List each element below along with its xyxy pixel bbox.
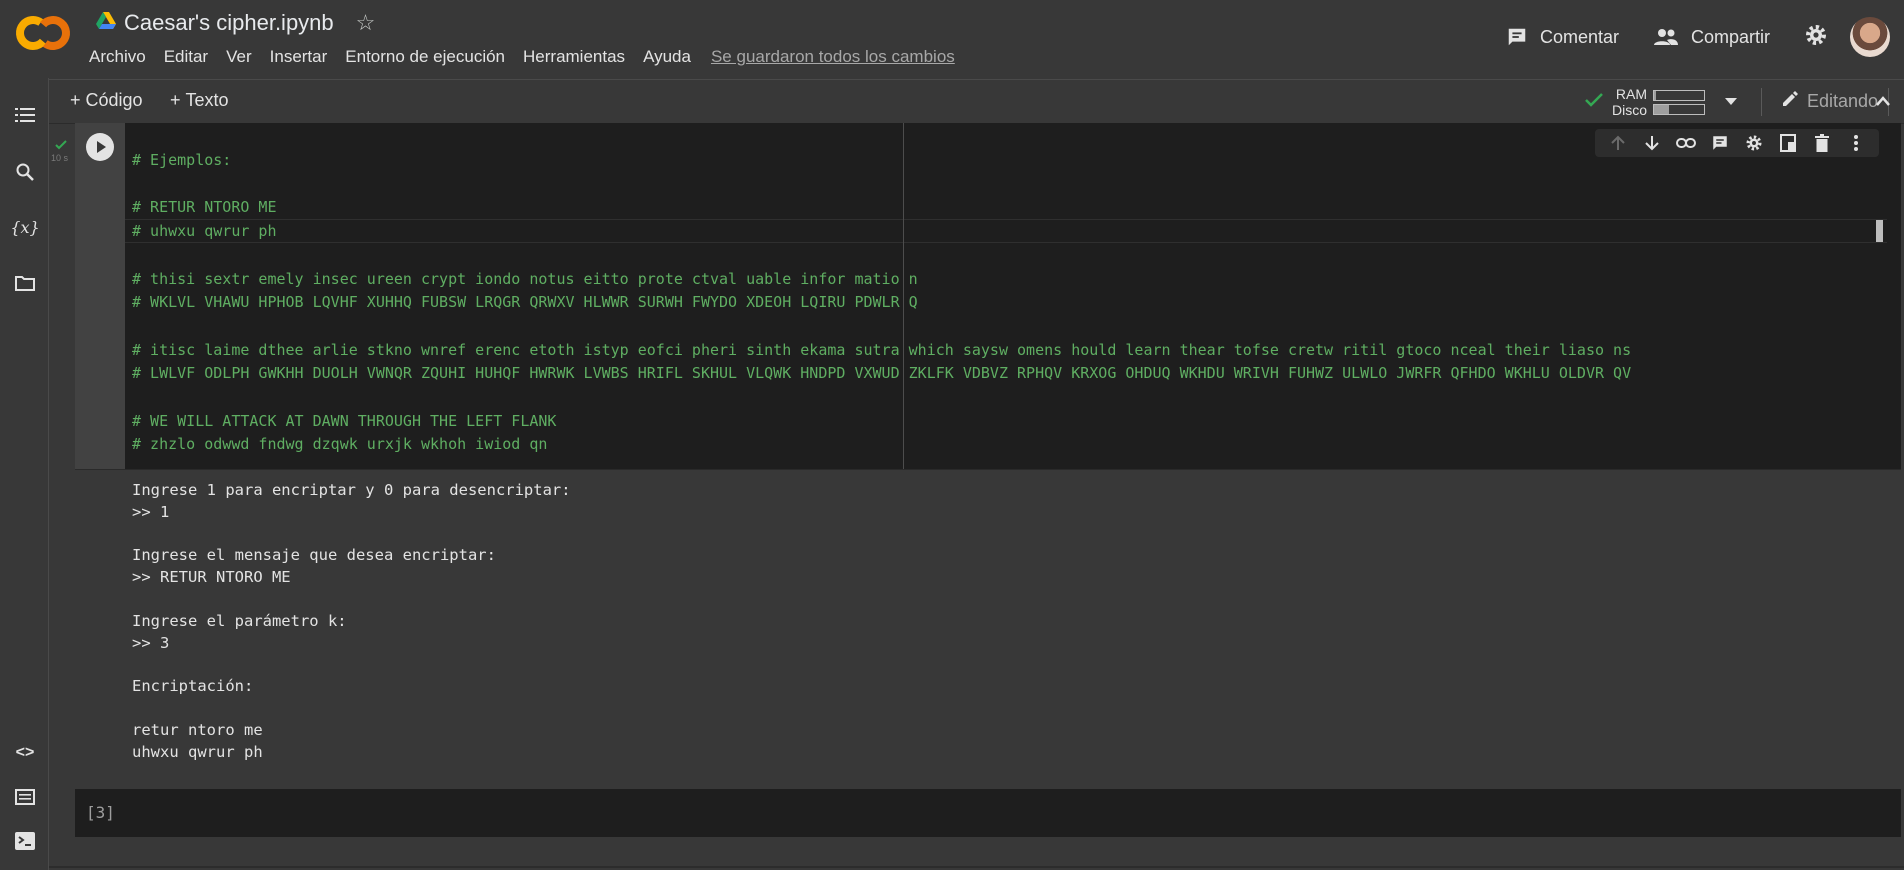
collapse-chevron-up-icon[interactable] xyxy=(1875,94,1891,112)
save-status-link[interactable]: Se guardaron todos los cambios xyxy=(711,47,955,67)
comment-icon xyxy=(1508,28,1526,46)
notebook-toolbar: + Código + Texto RAM Disco Editando xyxy=(49,79,1904,124)
code-cell[interactable]: 10 s # Ejemplos: # RETUR NTORO ME # uhwx… xyxy=(51,123,1901,770)
run-cell-button[interactable] xyxy=(86,133,114,161)
user-avatar[interactable] xyxy=(1850,17,1890,57)
menu-editar[interactable]: Editar xyxy=(164,47,208,67)
menu-herramientas[interactable]: Herramientas xyxy=(523,47,625,67)
link-icon[interactable] xyxy=(1669,129,1703,157)
pencil-icon xyxy=(1781,90,1799,113)
search-icon[interactable] xyxy=(12,159,38,185)
add-code-button[interactable]: + Código xyxy=(70,90,143,111)
output-text: Ingrese 1 para encriptar y 0 para desenc… xyxy=(132,481,571,761)
plus-icon: + xyxy=(70,90,86,110)
people-icon xyxy=(1653,29,1678,45)
code-text[interactable]: # Ejemplos: # RETUR NTORO ME # uhwxu qwr… xyxy=(132,149,1631,457)
menu-entorno[interactable]: Entorno de ejecución xyxy=(345,47,505,67)
code-editor[interactable]: # Ejemplos: # RETUR NTORO ME # uhwxu qwr… xyxy=(125,123,1901,469)
plus-icon: + xyxy=(170,90,186,110)
header: Caesar's cipher.ipynb ☆ Archivo Editar V… xyxy=(0,0,1904,78)
share-label: Compartir xyxy=(1690,26,1770,47)
comment-button[interactable]: Comentar xyxy=(1506,26,1619,48)
add-text-label: Texto xyxy=(185,90,229,110)
bottom-divider xyxy=(49,866,1904,868)
editor-scrollbar[interactable] xyxy=(1876,220,1883,242)
menu-bar: Archivo Editar Ver Insertar Entorno de e… xyxy=(89,47,955,67)
move-up-arrow-icon[interactable] xyxy=(1601,129,1635,157)
variables-icon[interactable]: {x} xyxy=(10,214,39,240)
ram-bar xyxy=(1653,89,1706,101)
execution-count-label: [3] xyxy=(86,803,115,822)
comment-icon[interactable] xyxy=(1703,129,1737,157)
editing-mode-button[interactable]: Editando xyxy=(1781,90,1878,113)
settings-gear-icon[interactable] xyxy=(1804,23,1828,52)
execution-time: 10 s xyxy=(51,153,69,163)
dropdown-icon[interactable] xyxy=(1725,93,1738,111)
folder-icon[interactable] xyxy=(12,270,38,296)
toolbar-divider xyxy=(1761,88,1763,116)
left-sidebar: {x} <> xyxy=(0,78,49,870)
settings-gear-icon[interactable] xyxy=(1737,129,1771,157)
colab-logo[interactable] xyxy=(14,14,72,52)
menu-insertar[interactable]: Insertar xyxy=(270,47,328,67)
cell-output: Ingrese 1 para encriptar y 0 para desenc… xyxy=(75,469,1901,770)
add-text-button[interactable]: + Texto xyxy=(170,90,229,111)
add-code-label: Código xyxy=(85,90,143,110)
command-palette-icon[interactable] xyxy=(12,784,38,810)
table-of-contents-icon[interactable] xyxy=(12,102,38,128)
cell-toolbar xyxy=(1595,129,1879,157)
resources-indicator[interactable]: RAM Disco xyxy=(1584,86,1763,118)
editing-label: Editando xyxy=(1807,91,1879,111)
menu-ayuda[interactable]: Ayuda xyxy=(643,47,691,67)
code-cell-next[interactable]: [3] xyxy=(75,789,1901,837)
more-options-icon[interactable] xyxy=(1839,129,1873,157)
ram-label: RAM xyxy=(1615,86,1648,102)
cell-gutter xyxy=(75,123,125,469)
delete-trash-icon[interactable] xyxy=(1805,129,1839,157)
share-button[interactable]: Compartir xyxy=(1653,27,1770,48)
drive-icon[interactable] xyxy=(96,11,116,35)
mirror-cell-icon[interactable] xyxy=(1771,129,1805,157)
menu-archivo[interactable]: Archivo xyxy=(89,47,146,67)
menu-ver[interactable]: Ver xyxy=(226,47,252,67)
disk-bar xyxy=(1653,103,1706,115)
code-snippets-icon[interactable]: <> xyxy=(12,740,38,766)
star-icon[interactable]: ☆ xyxy=(356,10,376,36)
notebook-title[interactable]: Caesar's cipher.ipynb xyxy=(124,10,334,36)
check-icon xyxy=(1584,92,1604,113)
terminal-icon[interactable] xyxy=(12,828,38,854)
comment-label: Comentar xyxy=(1539,26,1619,47)
move-down-arrow-icon[interactable] xyxy=(1635,129,1669,157)
disk-label: Disco xyxy=(1612,102,1648,118)
